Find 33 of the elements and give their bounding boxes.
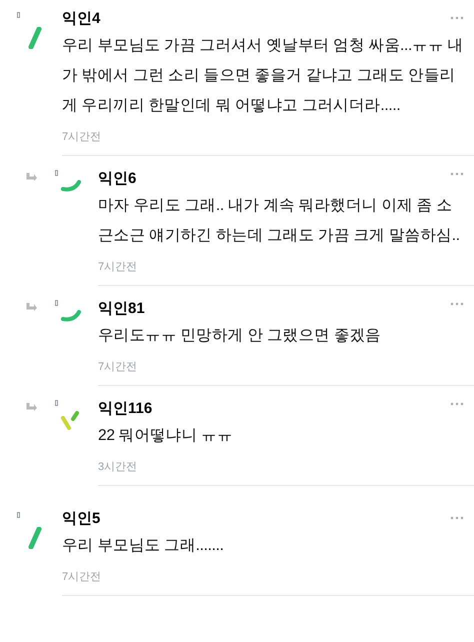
author-name: 익인6 <box>98 169 136 189</box>
author-name: 익인5 <box>62 509 100 529</box>
timestamp: 7시간전 <box>98 260 138 275</box>
more-icon[interactable] <box>450 516 464 520</box>
comment-text: 우리도ㅠㅠ 민망하게 안 그랬으면 좋겠음 <box>98 326 382 346</box>
comment-text: 우리 부모님도 가끔 그러셔서 옛날부터 엄청 싸움...ㅠㅠ 내가 밖에서 그런 소리 들으면 좋을거 같냐고 그래도 안들리게 우리끼리 한말인데 뭐 어떻냐고 그러시더라..... <box>62 36 464 116</box>
reply-arrow-icon <box>26 402 38 412</box>
timestamp: 3시간전 <box>98 460 138 475</box>
avatar-icon <box>28 27 42 49</box>
more-icon[interactable] <box>450 302 464 306</box>
author-name: 익인116 <box>98 399 152 419</box>
more-icon[interactable] <box>450 402 464 406</box>
author-name: 익인4 <box>62 9 100 29</box>
timestamp: 7시간전 <box>98 360 138 375</box>
author-name: 익인81 <box>98 299 145 319</box>
badge-icon <box>17 512 20 518</box>
more-icon[interactable] <box>450 172 464 176</box>
timestamp: 7시간전 <box>62 130 102 145</box>
avatar-icon <box>60 310 82 322</box>
comment-text: 마자 우리도 그래.. 내가 계속 뭐라했더니 이제 좀 소근소근 얘기하긴 하는데 그래도 가끔 크게 말씀하심.. <box>98 196 461 246</box>
reply-arrow-icon <box>26 302 38 312</box>
avatar-icon <box>60 410 80 432</box>
badge-icon <box>55 300 58 306</box>
timestamp: 7시간전 <box>62 570 102 585</box>
badge-icon <box>55 170 58 176</box>
reply-arrow-icon <box>26 172 38 182</box>
more-icon[interactable] <box>450 16 464 20</box>
comment-text: 우리 부모님도 그래....... <box>62 536 225 556</box>
badge-icon <box>17 12 20 18</box>
badge-icon <box>55 400 58 406</box>
avatar-icon <box>60 180 82 192</box>
comment-text: 22 뭐어떻냐니 ㅠㅠ <box>98 426 234 446</box>
avatar-icon <box>28 527 42 549</box>
